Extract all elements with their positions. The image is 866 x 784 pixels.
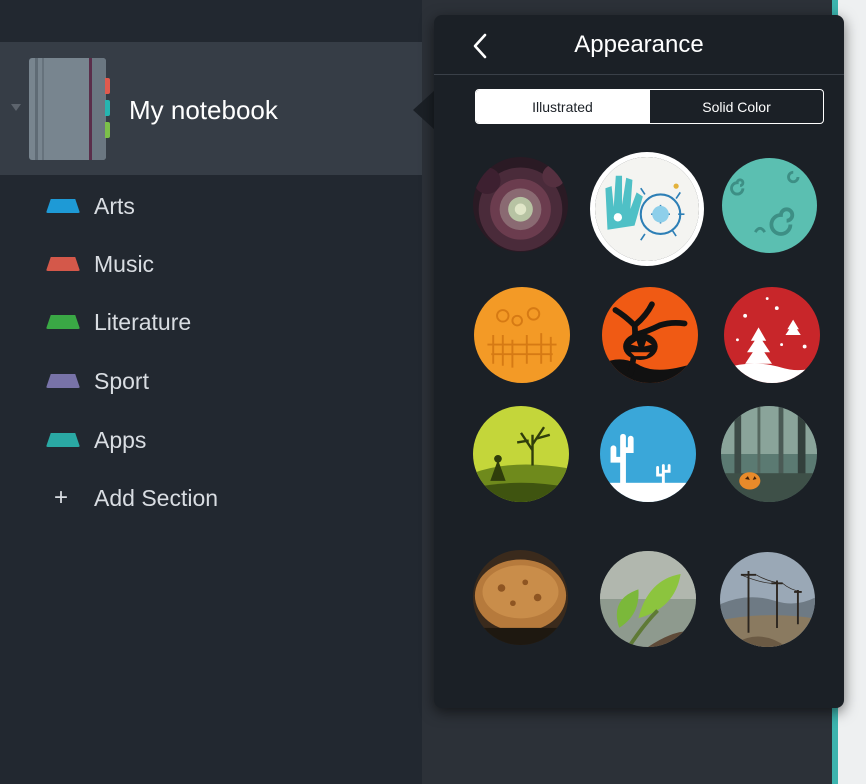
section-label: Arts	[94, 193, 135, 219]
appearance-popover: Appearance Illustrated Solid Color	[434, 15, 844, 708]
section-label: Literature	[94, 309, 192, 335]
notebook-tab-2	[105, 100, 110, 116]
background-thumb-forest-pumpkin[interactable]	[721, 406, 817, 502]
christmas-trees-image	[724, 287, 820, 383]
section-tab-icon	[46, 199, 80, 213]
background-thumb-leaf-sprout[interactable]	[600, 551, 696, 647]
witch-hill-image	[473, 406, 569, 502]
background-thumb-power-lines[interactable]	[720, 552, 815, 647]
background-thumb-christmas-trees[interactable]	[724, 287, 820, 383]
section-item-arts[interactable]: Arts	[0, 186, 422, 226]
background-thumb-witch-hill[interactable]	[473, 406, 569, 502]
notebook-tab-3	[105, 122, 110, 138]
desert-cactus-image	[600, 406, 696, 502]
section-tab-icon	[46, 257, 80, 271]
hand-sketch-image	[595, 157, 699, 261]
background-thumb-cookie[interactable]	[473, 550, 568, 645]
add-icon[interactable]: +	[54, 484, 68, 512]
section-label: Apps	[94, 427, 147, 453]
succulent-image	[473, 157, 568, 252]
add-section-button[interactable]: Add Section	[94, 484, 218, 512]
background-thumb-succulent[interactable]	[473, 157, 568, 252]
notebook-tab-1	[105, 78, 110, 94]
leaf-sprout-image	[600, 551, 696, 647]
tab-illustrated[interactable]: Illustrated	[476, 90, 649, 123]
background-thumb-hand-sketch[interactable]	[595, 157, 699, 261]
section-item-sport[interactable]: Sport	[0, 361, 422, 401]
background-thumb-desert-cactus[interactable]	[600, 406, 696, 502]
sidebar: My notebook Arts Music Literature Sport …	[0, 0, 422, 784]
popover-title: Appearance	[574, 31, 704, 58]
background-thumb-orange-figures[interactable]	[474, 287, 570, 383]
forest-pumpkin-image	[721, 406, 817, 502]
section-label: Sport	[94, 368, 149, 394]
divider	[434, 74, 844, 75]
section-item-apps[interactable]: Apps	[0, 420, 422, 460]
collapse-caret-icon[interactable]	[11, 104, 21, 111]
section-item-music[interactable]: Music	[0, 244, 422, 284]
tab-solid-color[interactable]: Solid Color	[649, 90, 823, 123]
halloween-tree-image	[602, 287, 698, 383]
popover-arrow	[413, 90, 435, 130]
power-lines-image	[720, 552, 815, 647]
section-tab-icon	[46, 315, 80, 329]
background-thumb-teal-spirals[interactable]	[722, 158, 817, 253]
section-label: Music	[94, 251, 155, 277]
section-tab-icon	[46, 374, 80, 388]
section-tab-icon	[46, 433, 80, 447]
appearance-segmented-control: Illustrated Solid Color	[475, 89, 824, 124]
section-item-literature[interactable]: Literature	[0, 302, 422, 342]
background-thumb-halloween-tree[interactable]	[602, 287, 698, 383]
orange-figures-image	[474, 287, 570, 383]
notebook-title[interactable]: My notebook	[129, 94, 278, 126]
teal-spirals-image	[722, 158, 817, 253]
cookie-image	[473, 550, 568, 645]
notebook-cover-icon	[29, 58, 106, 160]
